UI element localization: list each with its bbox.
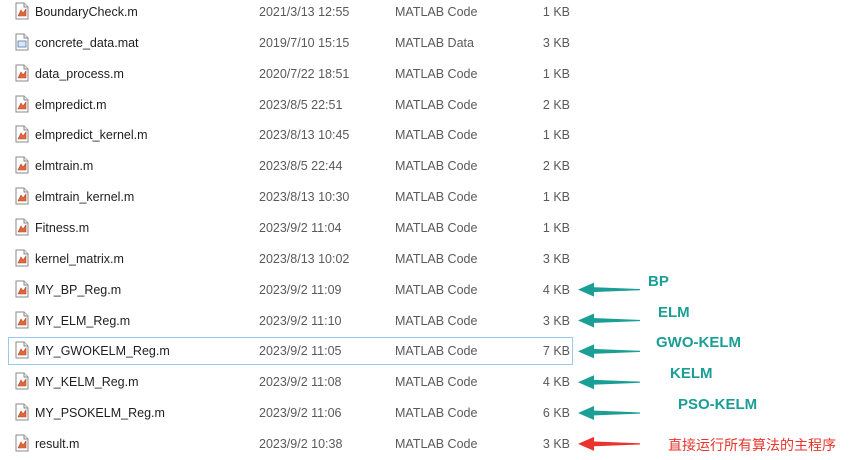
- file-date-modified: 2019/7/10 15:15: [259, 35, 350, 50]
- file-name: MY_KELM_Reg.m: [35, 375, 139, 390]
- file-row[interactable]: BoundaryCheck.m 2021/3/13 12:55 MATLAB Cod…: [8, 0, 573, 26]
- annotation-label: PSO-KELM: [678, 396, 758, 414]
- file-size: 1 KB: [542, 5, 570, 19]
- file-name: Fitness.m: [35, 220, 90, 235]
- matlab-code-file-icon: [15, 249, 29, 267]
- file-row[interactable]: kernel_matrix.m 2023/8/13 10:02 MATLAB Cod…: [8, 245, 573, 273]
- matlab-code-file-icon: [15, 372, 29, 390]
- file-type: MATLAB Data: [395, 35, 474, 50]
- file-row[interactable]: elmpredict_kernel.m 2023/8/13 10:45 MATLAB…: [8, 121, 573, 149]
- file-type: MATLAB Code: [395, 375, 478, 390]
- matlab-data-file-icon: [15, 33, 29, 51]
- file-type: MATLAB Code: [395, 66, 478, 81]
- file-date-modified: 2023/8/13 10:45: [259, 128, 350, 143]
- file-type: MATLAB Code: [395, 97, 478, 112]
- file-date-modified: 2021/3/13 12:55: [259, 5, 350, 19]
- matlab-code-file-icon: [15, 403, 29, 421]
- file-name: elmtrain_kernel.m: [35, 190, 135, 205]
- annotation-label: GWO-KELM: [656, 334, 741, 352]
- file-row[interactable]: elmtrain.m 2023/8/5 22:44 MATLAB Code 2 KB: [8, 152, 573, 180]
- file-size: 1 KB: [542, 220, 570, 235]
- file-type: MATLAB Code: [395, 344, 478, 359]
- file-name: kernel_matrix.m: [35, 251, 124, 266]
- file-date-modified: 2023/9/2 10:38: [259, 436, 343, 451]
- file-date-modified: 2023/9/2 11:05: [259, 344, 342, 359]
- matlab-code-file-icon: [15, 64, 29, 82]
- file-row[interactable]: MY_BP_Reg.m 2023/9/2 11:09 MATLAB Code 4 KB: [8, 276, 573, 304]
- file-row[interactable]: MY_ELM_Reg.m 2023/9/2 11:10 MATLAB Code 3 K…: [8, 307, 573, 335]
- file-size: 2 KB: [542, 97, 570, 112]
- file-size: 3 KB: [542, 251, 570, 266]
- file-size: 6 KB: [542, 406, 570, 421]
- file-date-modified: 2023/9/2 11:10: [259, 313, 342, 328]
- file-size: 2 KB: [542, 159, 570, 174]
- matlab-code-file-icon: [15, 218, 29, 236]
- matlab-code-file-icon: [15, 156, 29, 174]
- matlab-code-file-icon: [15, 187, 29, 205]
- file-date-modified: 2023/9/2 11:04: [259, 220, 342, 235]
- file-type: MATLAB Code: [395, 159, 478, 174]
- annotation-label: KELM: [670, 365, 713, 383]
- file-name: data_process.m: [35, 66, 124, 81]
- file-row[interactable]: Fitness.m 2023/9/2 11:04 MATLAB Code 1 KB: [8, 214, 573, 242]
- file-size: 3 KB: [542, 313, 570, 328]
- file-type: MATLAB Code: [395, 313, 478, 328]
- file-list: BoundaryCheck.m 2021/3/13 12:55 MATLAB Cod…: [0, 0, 865, 460]
- matlab-code-file-icon: [15, 280, 29, 298]
- annotation-label: 直接运行所有算法的主程序: [668, 436, 836, 453]
- file-type: MATLAB Code: [395, 128, 478, 143]
- file-row[interactable]: result.m 2023/9/2 10:38 MATLAB Code 3 KB: [8, 430, 573, 458]
- file-row[interactable]: concrete_data.mat 2019/7/10 15:15 MATLAB D…: [8, 29, 573, 57]
- file-name: elmpredict.m: [35, 97, 107, 112]
- file-date-modified: 2023/8/13 10:30: [259, 190, 350, 205]
- file-type: MATLAB Code: [395, 282, 478, 297]
- file-name: MY_GWOKELM_Reg.m: [35, 344, 170, 359]
- file-type: MATLAB Code: [395, 5, 478, 19]
- file-date-modified: 2023/8/5 22:44: [259, 159, 343, 174]
- file-size: 4 KB: [542, 282, 570, 297]
- file-type: MATLAB Code: [395, 220, 478, 235]
- file-name: MY_PSOKELM_Reg.m: [35, 406, 165, 421]
- matlab-code-file-icon: [15, 434, 29, 452]
- file-name: result.m: [35, 436, 80, 451]
- matlab-code-file-icon: [15, 125, 29, 143]
- file-name: MY_ELM_Reg.m: [35, 313, 131, 328]
- file-date-modified: 2023/9/2 11:06: [259, 406, 342, 421]
- file-row[interactable]: MY_PSOKELM_Reg.m 2023/9/2 11:06 MATLAB Cod…: [8, 399, 573, 427]
- file-size: 3 KB: [542, 35, 570, 50]
- file-row[interactable]: MY_KELM_Reg.m 2023/9/2 11:08 MATLAB Code 4 …: [8, 368, 573, 396]
- file-name: elmpredict_kernel.m: [35, 128, 148, 143]
- annotation-label: BP: [648, 272, 669, 290]
- file-name: concrete_data.mat: [35, 35, 139, 50]
- file-name: elmtrain.m: [35, 159, 94, 174]
- file-row[interactable]: data_process.m 2020/7/22 18:51 MATLAB Code…: [8, 60, 573, 88]
- file-name: BoundaryCheck.m: [35, 5, 138, 19]
- file-type: MATLAB Code: [395, 190, 478, 205]
- file-row[interactable]: elmtrain_kernel.m 2023/8/13 10:30 MATLAB C…: [8, 183, 573, 211]
- file-date-modified: 2020/7/22 18:51: [259, 66, 350, 81]
- matlab-code-file-icon: [15, 341, 29, 359]
- annotation-label: ELM: [658, 303, 690, 321]
- file-date-modified: 2023/9/2 11:08: [259, 375, 342, 390]
- file-type: MATLAB Code: [395, 436, 478, 451]
- file-size: 4 KB: [542, 375, 570, 390]
- file-date-modified: 2023/9/2 11:09: [259, 282, 342, 297]
- file-name: MY_BP_Reg.m: [35, 282, 122, 297]
- file-size: 7 KB: [542, 344, 570, 359]
- file-type: MATLAB Code: [395, 251, 478, 266]
- file-size: 3 KB: [542, 436, 570, 451]
- file-row[interactable]: elmpredict.m 2023/8/5 22:51 MATLAB Code 2 K…: [8, 91, 573, 119]
- matlab-code-file-icon: [15, 2, 29, 20]
- file-size: 1 KB: [542, 128, 570, 143]
- file-date-modified: 2023/8/13 10:02: [259, 251, 350, 266]
- matlab-code-file-icon: [15, 95, 29, 113]
- file-date-modified: 2023/8/5 22:51: [259, 97, 343, 112]
- file-size: 1 KB: [542, 66, 570, 81]
- file-row[interactable]: MY_GWOKELM_Reg.m 2023/9/2 11:05 MATLAB Cod…: [8, 337, 573, 366]
- file-size: 1 KB: [542, 190, 570, 205]
- matlab-code-file-icon: [15, 311, 29, 329]
- file-type: MATLAB Code: [395, 406, 478, 421]
